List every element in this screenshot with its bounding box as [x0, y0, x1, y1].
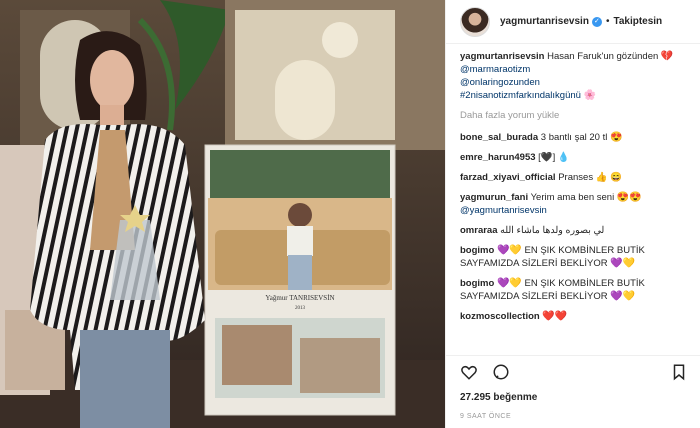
verified-badge-icon: ✓ [591, 16, 602, 27]
caption-username[interactable]: yagmurtanrisevsin [460, 51, 544, 62]
poster-year: 2013 [295, 306, 306, 311]
list-item: yagmurun_fani Yerim ama ben seni 😍😍 @yag… [460, 191, 690, 217]
list-item: bogimo 💜💛 EN ŞIK KOMBİNLER BUTİK SAYFAMI… [460, 244, 690, 270]
comment-username[interactable]: bogimo [460, 245, 494, 256]
comment-username[interactable]: bogimo [460, 278, 494, 289]
comment-username[interactable]: farzad_xiyavi_official [460, 172, 556, 183]
load-more-comments[interactable]: Daha fazla yorum yükle [460, 109, 690, 122]
list-item: bone_sal_burada 3 bantlı şal 20 tl 😍 [460, 131, 690, 144]
caption-tag[interactable]: #2nisanotizmfarkındalıkgünü [460, 90, 581, 101]
comment-text: 3 bantlı şal 20 tl [540, 132, 608, 143]
likes-count[interactable]: 27.295 beğenme [460, 392, 537, 403]
bookmark-icon[interactable] [670, 363, 688, 386]
heart-icon[interactable] [460, 363, 478, 386]
list-item: farzad_xiyavi_official Pranses 👍 😄 [460, 171, 690, 184]
emoji: ❤️❤️ [542, 311, 568, 322]
username-link[interactable]: yagmurtanrisevsin [500, 16, 589, 27]
comment-text: لي بصوره ولدها ماشاء الله [500, 225, 605, 236]
post-sidebar: yagmurtanrisevsin ✓ • Takiptesin yagmurt… [445, 0, 700, 428]
divider [446, 355, 700, 356]
poster-name: Yağmur TANRISEVSİN [265, 294, 334, 302]
post-time[interactable]: 9 SAAT ÖNCE [460, 413, 511, 420]
caption-tag[interactable]: @marmaraotizm [460, 64, 530, 75]
list-item: omraraa لي بصوره ولدها ماشاء الله [460, 224, 690, 237]
comment-icon[interactable] [492, 363, 510, 386]
comment-text: Yerim ama ben seni [530, 192, 615, 203]
post-header: yagmurtanrisevsin ✓ • Takiptesin [446, 0, 700, 44]
comment-username[interactable]: kozmoscollection [460, 311, 540, 322]
list-item: kozmoscollection ❤️❤️ [460, 310, 690, 323]
emoji: 💜💛 [496, 278, 522, 289]
following-button[interactable]: Takiptesin [613, 16, 662, 27]
action-bar [460, 363, 510, 386]
emoji: 😍 [609, 132, 623, 143]
comment-username[interactable]: bone_sal_burada [460, 132, 538, 143]
emoji: 💜💛 [610, 291, 636, 302]
comment-username[interactable]: yagmurun_fani [460, 192, 528, 203]
comment-text: [🖤] 💧 [538, 152, 570, 163]
caption: yagmurtanrisevsin Hasan Faruk'un gözünde… [460, 50, 690, 102]
emoji: 😍😍 [616, 192, 642, 203]
comment-tag[interactable]: @yagmurtanrisevsin [460, 205, 547, 216]
post-image: Yağmur TANRISEVSİN 2013 [0, 0, 445, 428]
comment-text: Pranses 👍 😄 [558, 172, 623, 183]
emoji: 💜💛 [496, 245, 522, 256]
comment-username[interactable]: emre_harun4953 [460, 152, 536, 163]
caption-text: Hasan Faruk'un gözünden [547, 51, 659, 62]
comments-list: yagmurtanrisevsin Hasan Faruk'un gözünde… [460, 50, 690, 330]
post-photo[interactable]: Yağmur TANRISEVSİN 2013 [0, 0, 445, 428]
flower-emoji: 🌸 [583, 90, 597, 101]
emoji: 💜💛 [610, 258, 636, 269]
list-item: emre_harun4953 [🖤] 💧 [460, 151, 690, 164]
comment-username[interactable]: omraraa [460, 225, 498, 236]
separator-dot: • [605, 16, 610, 27]
list-item: bogimo 💜💛 EN ŞIK KOMBİNLER BUTİK SAYFAMI… [460, 277, 690, 303]
avatar[interactable] [460, 6, 490, 37]
caption-tag[interactable]: @onlaringozunden [460, 77, 540, 88]
heart-emoji: 💔 [660, 51, 674, 62]
